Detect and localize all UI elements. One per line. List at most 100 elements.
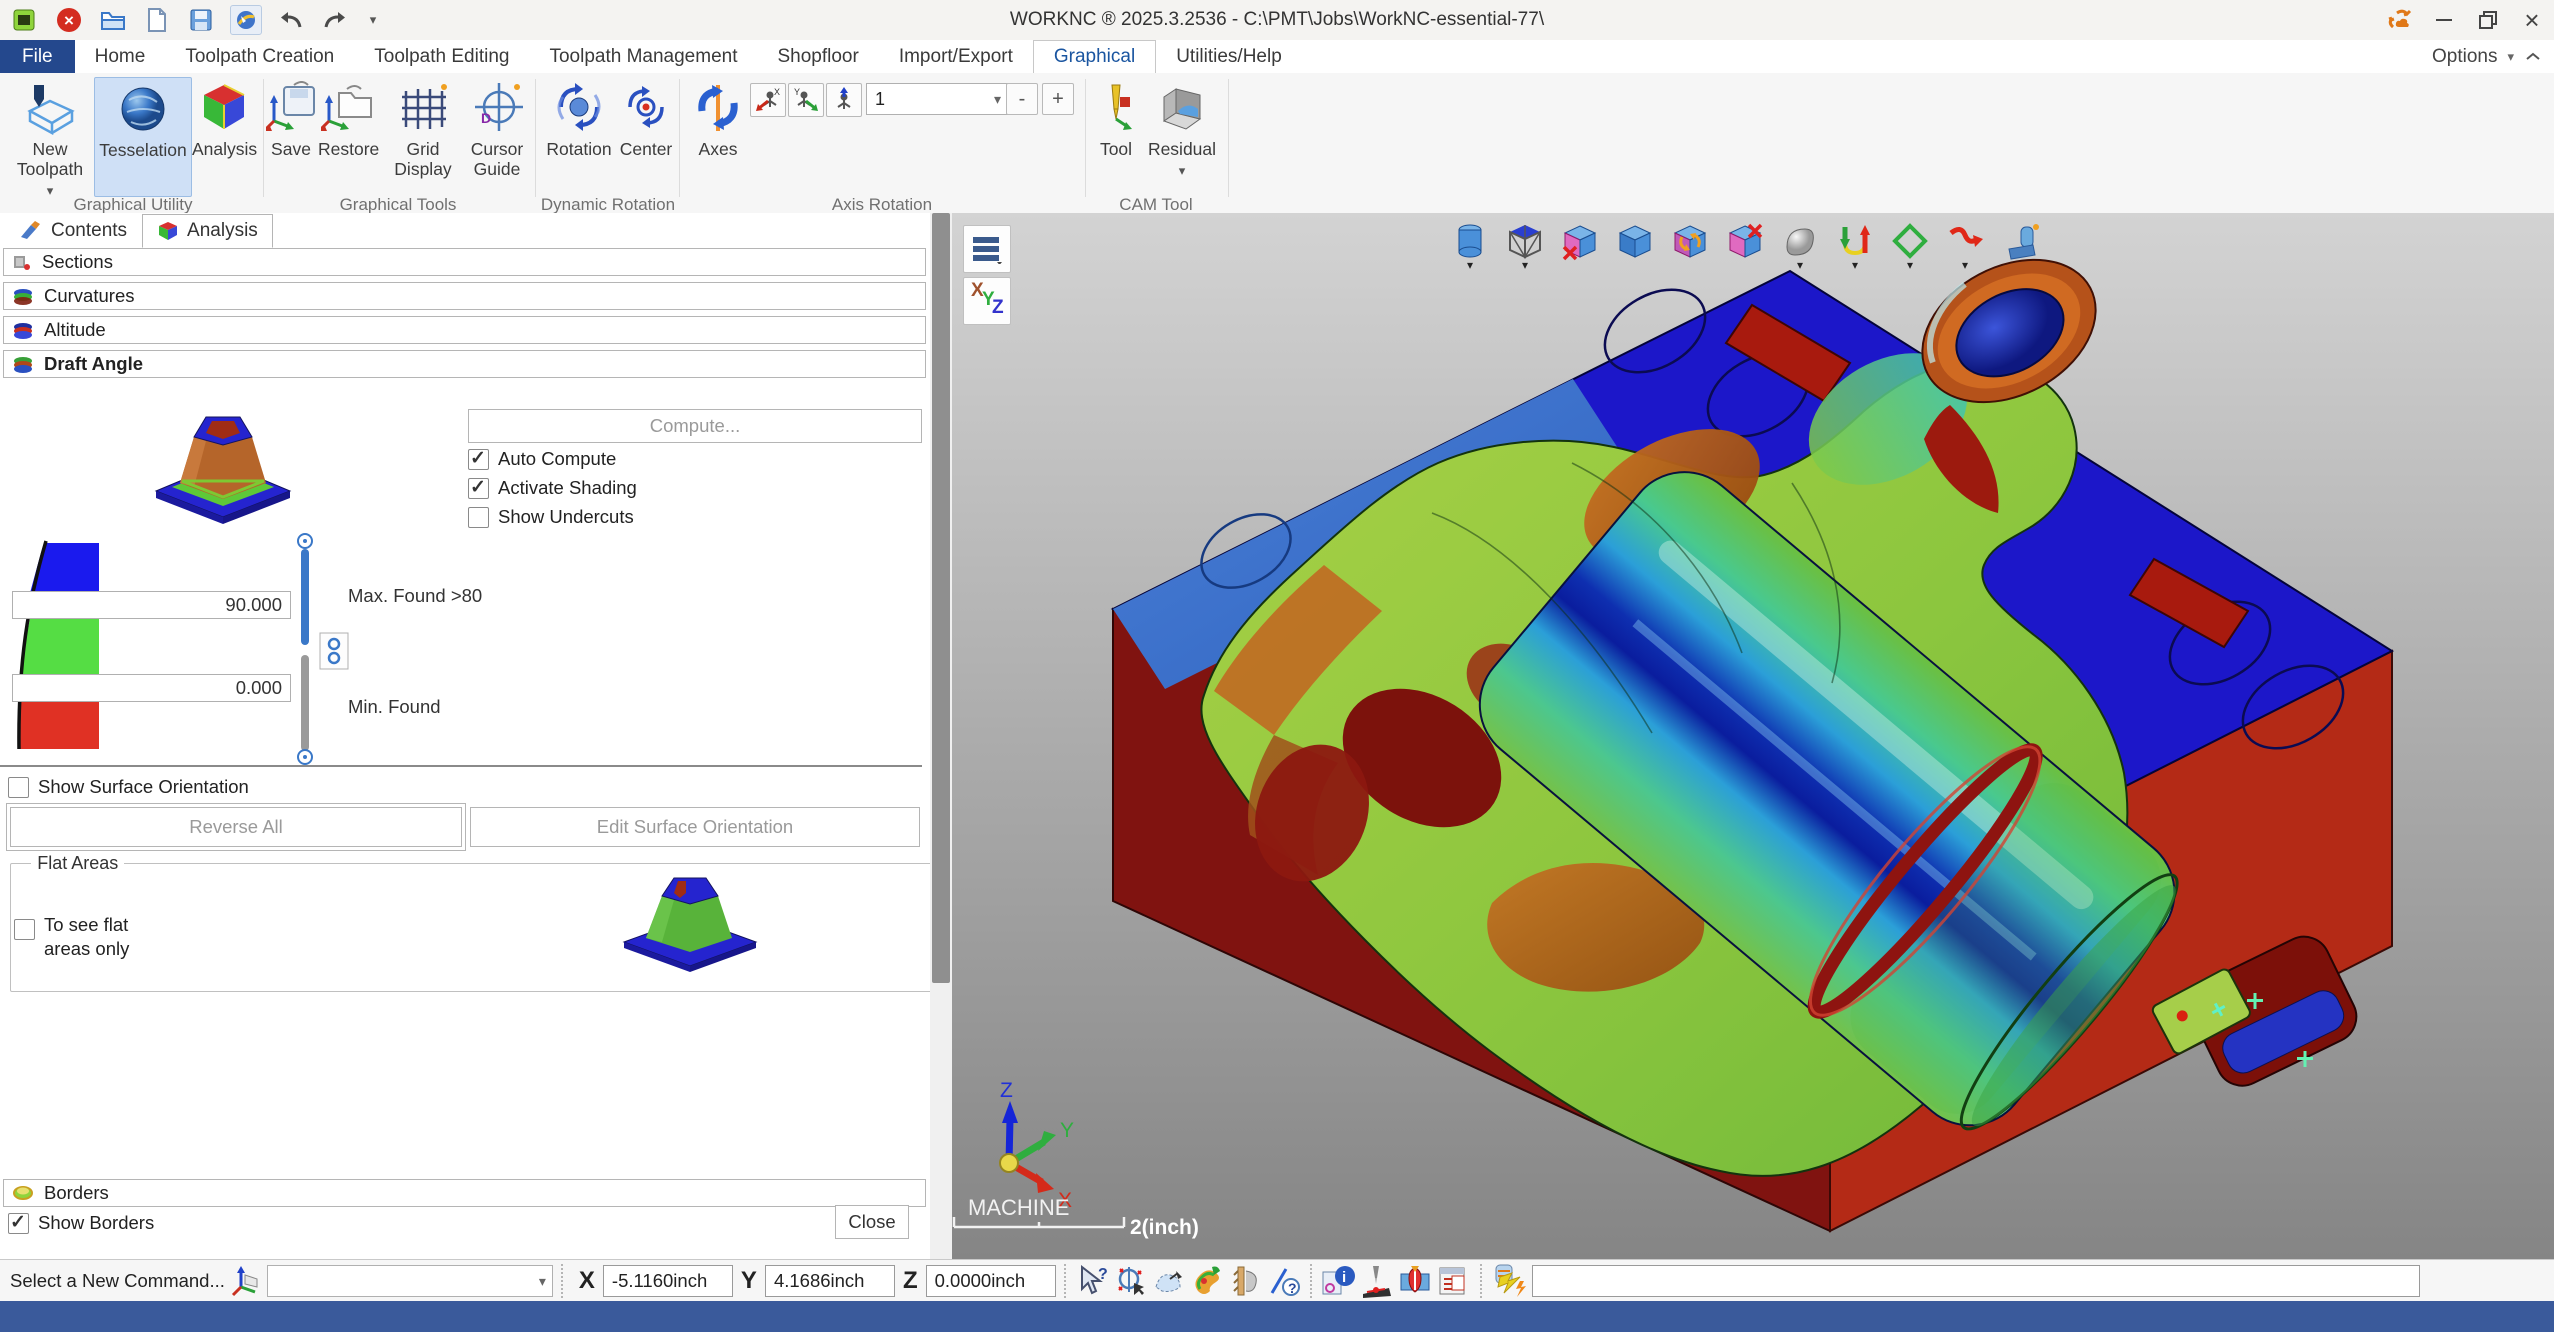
row-altitude[interactable]: Altitude [3, 316, 926, 344]
point-analysis-button[interactable] [1112, 1263, 1150, 1299]
tab-toolpath-management[interactable]: Toolpath Management [529, 40, 757, 73]
boundary-curves-button[interactable]: ▾ [1890, 223, 1930, 275]
redo-button[interactable] [320, 6, 350, 34]
measure-button[interactable] [1226, 1263, 1264, 1299]
show-surface-orientation-checkbox[interactable]: Show Surface Orientation [8, 776, 249, 798]
new-toolpath-button[interactable]: New Toolpath ▾ [8, 77, 92, 201]
entity-info-button[interactable]: ? [1264, 1263, 1302, 1299]
cam-tool-button[interactable]: Tool [1092, 77, 1140, 159]
select-entity-button[interactable]: ? [1074, 1263, 1112, 1299]
close-panel-button[interactable]: Close [835, 1205, 909, 1239]
min-angle-input[interactable] [12, 674, 291, 702]
macro-button[interactable] [1490, 1263, 1528, 1299]
surface-pick-button[interactable] [1150, 1263, 1188, 1299]
stock-cylinder-button[interactable]: ▾ [1450, 223, 1490, 275]
edit-surface-orientation-button[interactable]: Edit Surface Orientation [470, 807, 920, 847]
quick-access-dropdown[interactable]: ▾ [364, 6, 382, 34]
macro-command-input[interactable] [1531, 1265, 2420, 1297]
panel-tab-contents[interactable]: Contents [4, 214, 142, 248]
activate-shading-checkbox-box[interactable] [468, 476, 489, 499]
activate-shading-checkbox[interactable]: Activate Shading [468, 476, 637, 499]
sync-cloud-button[interactable] [2378, 1, 2422, 39]
collapse-ribbon-icon[interactable] [2524, 50, 2542, 64]
auto-compute-checkbox-box[interactable] [468, 447, 489, 470]
z-coord-input[interactable] [925, 1265, 1056, 1297]
center-button[interactable]: Center [618, 77, 674, 159]
undo-button[interactable] [276, 6, 306, 34]
show-borders-checkbox-box[interactable] [8, 1211, 29, 1234]
row-curvatures[interactable]: Curvatures [3, 282, 926, 310]
viewport-menu-button[interactable] [963, 225, 1011, 273]
reverse-all-button[interactable]: Reverse All [6, 803, 466, 851]
x-coord-input[interactable] [602, 1265, 733, 1297]
auto-compute-checkbox[interactable]: Auto Compute [468, 447, 616, 470]
flat-areas-only-checkbox[interactable]: To see flat areas only [14, 913, 129, 961]
viewport-3d[interactable]: Z Y X MACHINE 2(inch) X Y Z ▾ ▾ ▾ ▾ ▾ ▾ [952, 213, 2554, 1259]
panel-scrollbar[interactable] [930, 213, 952, 1259]
tool-display-button[interactable] [2000, 223, 2040, 275]
tab-import-export[interactable]: Import/Export [879, 40, 1033, 73]
tesselation-button[interactable]: Tesselation [94, 77, 192, 197]
axis-step-combo[interactable]: 1 ▾ [866, 83, 1008, 115]
tab-toolpath-creation[interactable]: Toolpath Creation [165, 40, 354, 73]
surface-shading-button[interactable]: ▾ [1780, 223, 1820, 275]
tab-file[interactable]: File [0, 40, 75, 73]
report-button[interactable] [1434, 1263, 1472, 1299]
tab-shopfloor[interactable]: Shopfloor [757, 40, 878, 73]
axes-button[interactable]: Axes [692, 77, 744, 159]
dynamic-rotation-cube-button[interactable] [1670, 223, 1710, 275]
row-sections[interactable]: Sections [3, 248, 926, 276]
restore-button[interactable] [2466, 1, 2510, 39]
residual-button[interactable]: Residual ▾ [1146, 77, 1218, 181]
show-undercuts-checkbox-box[interactable] [468, 506, 489, 528]
tab-toolpath-editing[interactable]: Toolpath Editing [354, 40, 529, 73]
curve-flow-button[interactable]: ▾ [1945, 223, 1985, 275]
close-button[interactable]: × [2510, 1, 2554, 39]
show-surface-orientation-checkbox-box[interactable] [8, 776, 29, 798]
minimize-button[interactable] [2422, 1, 2466, 39]
rotate-z-axis-button[interactable] [826, 83, 862, 117]
tool-protect-button[interactable] [1396, 1263, 1434, 1299]
tab-graphical[interactable]: Graphical [1032, 39, 1157, 75]
row-borders[interactable]: Borders [3, 1179, 926, 1207]
tab-utilities-help[interactable]: Utilities/Help [1156, 40, 1302, 73]
legend-range-slider[interactable] [294, 533, 354, 765]
axis-step-minus-button[interactable]: - [1006, 83, 1038, 115]
hide-selected-faces-button[interactable] [1560, 223, 1600, 275]
delete-faces-button[interactable] [1725, 223, 1765, 275]
flat-areas-only-checkbox-box[interactable] [14, 919, 35, 940]
toolpath-direction-button[interactable]: ▾ [1835, 223, 1875, 275]
rotate-y-axis-button[interactable]: Y [788, 83, 824, 117]
save-view-button[interactable]: Save [266, 77, 316, 159]
save-button[interactable] [186, 6, 216, 34]
xyz-view-button[interactable]: X Y Z [963, 277, 1011, 325]
y-coord-input[interactable] [764, 1265, 895, 1297]
rotate-x-axis-button[interactable]: X [750, 83, 786, 117]
show-borders-checkbox[interactable]: Show Borders [8, 1211, 154, 1234]
exit-button[interactable]: × [54, 6, 84, 34]
grid-display-button[interactable]: Grid Display [388, 77, 458, 179]
command-combo[interactable]: ▾ [266, 1265, 553, 1297]
row-draft-angle[interactable]: Draft Angle [3, 350, 926, 378]
axis-step-plus-button[interactable]: + [1042, 83, 1074, 115]
macro-lightning-icon [1495, 1264, 1526, 1297]
solid-cube-button[interactable] [1615, 223, 1655, 275]
options-dropdown-icon[interactable]: ▾ [2507, 49, 2514, 65]
options-menu[interactable]: Options [2432, 46, 2497, 68]
wireframe-cube-button[interactable]: ▾ [1505, 223, 1545, 275]
dynamic-color-button[interactable] [1188, 1263, 1226, 1299]
max-angle-input[interactable] [12, 591, 291, 619]
tab-home[interactable]: Home [75, 40, 166, 73]
show-undercuts-checkbox[interactable]: Show Undercuts [468, 506, 634, 528]
workzone-info-button[interactable]: i [1320, 1263, 1358, 1299]
machining-sim-button[interactable] [1358, 1263, 1396, 1299]
workzone-button[interactable] [230, 5, 262, 35]
cursor-guide-button[interactable]: D Cursor Guide [466, 77, 528, 179]
restore-view-button[interactable]: Restore [318, 77, 379, 159]
rotation-button[interactable]: Rotation [546, 77, 612, 159]
open-file-button[interactable] [98, 6, 128, 34]
panel-tab-analysis[interactable]: Analysis [142, 214, 273, 248]
compute-button[interactable]: Compute... [468, 409, 922, 443]
analysis-button[interactable]: Analysis [192, 77, 257, 159]
new-file-button[interactable] [142, 6, 172, 34]
